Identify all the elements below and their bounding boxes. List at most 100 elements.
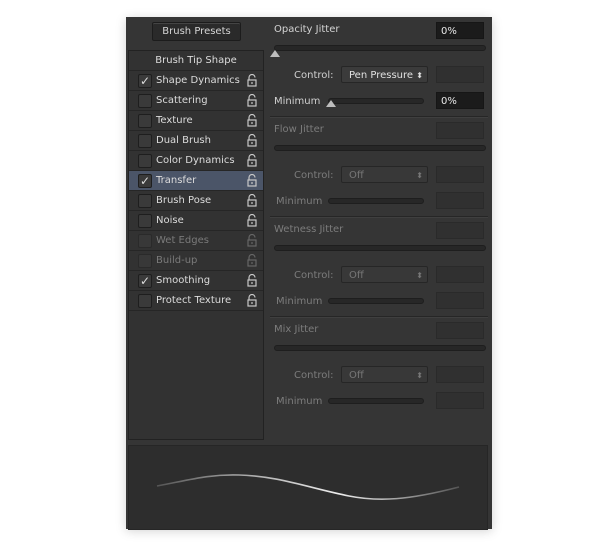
brush-option-transfer[interactable]: ✓ Transfer [129,171,263,191]
option-checkbox[interactable]: ✓ [138,274,152,288]
jitter-value-input[interactable] [436,122,484,139]
control-select[interactable]: Off ⬍ [341,266,428,283]
brush-option-build-up[interactable]: Build-up [129,251,263,271]
brush-option-color-dynamics[interactable]: Color Dynamics [129,151,263,171]
unlock-icon[interactable] [247,293,257,307]
section-divider [270,116,488,118]
minimum-value-input[interactable] [436,292,484,309]
jitter-value-input[interactable] [436,322,484,339]
minimum-label: Minimum [276,196,323,207]
section-divider [270,216,488,218]
minimum-value-input[interactable]: 0% [436,92,484,109]
jitter-slider[interactable] [274,245,486,251]
control-select[interactable]: Off ⬍ [341,366,428,383]
control-value: Pen Pressure [349,70,414,81]
section-title: Wetness Jitter [274,224,344,235]
section-opacity-jitter: Opacity Jitter 0% Control: Pen Pressure ⬍ Min… [270,17,488,117]
unlock-icon[interactable] [247,153,257,167]
jitter-value-input[interactable]: 0% [436,22,484,39]
minimum-value-input[interactable] [436,192,484,209]
control-extra-field [436,266,484,283]
minimum-slider[interactable] [328,98,424,104]
option-label: Shape Dynamics [156,75,240,86]
brush-presets-button[interactable]: Brush Presets [152,22,241,41]
control-select[interactable]: Off ⬍ [341,166,428,183]
option-checkbox[interactable] [138,134,152,148]
control-extra-field [436,366,484,383]
minimum-slider-thumb[interactable] [326,100,336,107]
section-divider [270,316,488,318]
section-mix-jitter: Mix Jitter Control: Off ⬍ Minimum [270,316,488,417]
option-checkbox[interactable] [138,114,152,128]
unlock-icon[interactable] [247,173,257,187]
option-label: Protect Texture [156,295,232,306]
brush-option-smoothing[interactable]: ✓ Smoothing [129,271,263,291]
option-label: Build-up [156,255,198,266]
option-checkbox[interactable]: ✓ [138,74,152,88]
unlock-icon[interactable] [247,253,257,267]
minimum-slider[interactable] [328,298,424,304]
section-wetness-jitter: Wetness Jitter Control: Off ⬍ Minimum [270,216,488,317]
control-value: Off [349,270,364,281]
updown-arrows-icon: ⬍ [416,171,423,180]
option-label: Smoothing [156,275,211,286]
section-title: Opacity Jitter [274,24,340,35]
option-checkbox[interactable] [138,294,152,308]
control-value: Off [349,170,364,181]
brush-option-dual-brush[interactable]: Dual Brush [129,131,263,151]
brush-option-noise[interactable]: Noise [129,211,263,231]
jitter-slider[interactable] [274,145,486,151]
minimum-label: Minimum [276,396,323,407]
option-checkbox[interactable] [138,234,152,248]
brush-option-texture[interactable]: Texture [129,111,263,131]
jitter-value-input[interactable] [436,222,484,239]
option-label: Noise [156,215,184,226]
jitter-slider-thumb[interactable] [270,50,280,57]
brush-option-wet-edges[interactable]: Wet Edges [129,231,263,251]
section-flow-jitter: Flow Jitter Control: Off ⬍ Minimum [270,116,488,217]
control-extra-field [436,66,484,83]
jitter-slider[interactable] [274,45,486,51]
unlock-icon[interactable] [247,73,257,87]
minimum-label: Minimum [274,96,321,107]
brush-option-protect-texture[interactable]: Protect Texture [129,291,263,311]
control-value: Off [349,370,364,381]
section-title: Mix Jitter [274,324,319,335]
unlock-icon[interactable] [247,233,257,247]
updown-arrows-icon: ⬍ [416,371,423,380]
option-label: Brush Pose [156,195,212,206]
control-select[interactable]: Pen Pressure ⬍ [341,66,428,83]
option-checkbox[interactable]: ✓ [138,174,152,188]
brush-option-brush-pose[interactable]: Brush Pose [129,191,263,211]
updown-arrows-icon: ⬍ [416,271,423,280]
control-label: Control: [294,170,334,181]
option-checkbox[interactable] [138,254,152,268]
section-title: Flow Jitter [274,124,324,135]
unlock-icon[interactable] [247,113,257,127]
minimum-slider[interactable] [328,398,424,404]
minimum-slider[interactable] [328,198,424,204]
stroke-preview-graphic [156,474,460,501]
option-label: Dual Brush [156,135,211,146]
updown-arrows-icon: ⬍ [416,71,423,80]
jitter-slider[interactable] [274,345,486,351]
option-checkbox[interactable] [138,194,152,208]
unlock-icon[interactable] [247,273,257,287]
unlock-icon[interactable] [247,213,257,227]
brush-options-list: Brush Tip Shape ✓ Shape Dynamics Scattering… [128,50,264,440]
brush-option-brush-tip-shape[interactable]: Brush Tip Shape [129,51,263,71]
brush-option-shape-dynamics[interactable]: ✓ Shape Dynamics [129,71,263,91]
unlock-icon[interactable] [247,193,257,207]
option-checkbox[interactable] [138,154,152,168]
option-checkbox[interactable] [138,94,152,108]
brush-stroke-preview [128,445,488,530]
control-label: Control: [294,270,334,281]
option-label: Color Dynamics [156,155,235,166]
minimum-label: Minimum [276,296,323,307]
minimum-value-input[interactable] [436,392,484,409]
option-label: Wet Edges [156,235,209,246]
option-checkbox[interactable] [138,214,152,228]
brush-option-scattering[interactable]: Scattering [129,91,263,111]
unlock-icon[interactable] [247,93,257,107]
unlock-icon[interactable] [247,133,257,147]
